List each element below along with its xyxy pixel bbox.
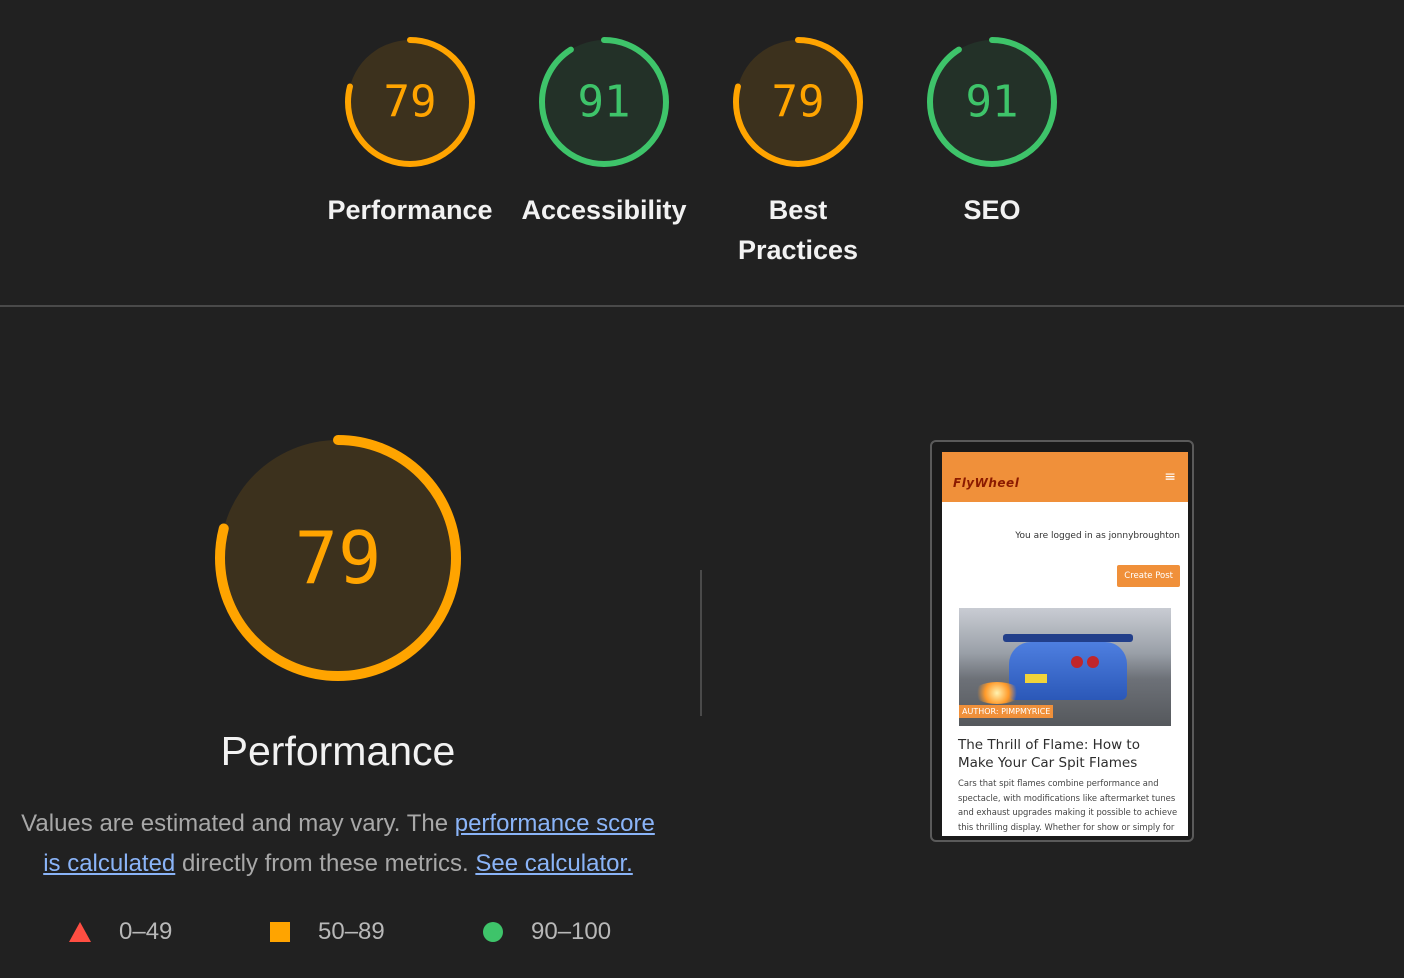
gauge-label: Performance — [327, 190, 492, 230]
see-calculator-link[interactable]: See calculator. — [475, 850, 632, 877]
gauge-performance[interactable]: 79 Performance — [320, 36, 500, 230]
gauge-label-line: SEO — [963, 195, 1021, 225]
gauge-label-line: Practices — [737, 235, 859, 265]
gauge-score: 79 — [384, 77, 437, 128]
create-post-button: Create Post — [1117, 565, 1180, 587]
author-tag: AUTHOR: PIMPMYRICE — [959, 705, 1054, 718]
post-title: The Thrill of Flame: How to Make Your Ca… — [958, 737, 1140, 771]
gauge-label: Best Practices — [738, 190, 858, 270]
final-screenshot[interactable]: FlyWheel ≡ You are logged in as jonnybro… — [930, 440, 1194, 842]
vertical-divider — [700, 570, 702, 716]
score-legend: 0–49 50–89 90–100 — [0, 918, 700, 954]
section-divider — [0, 305, 1404, 307]
gauge-label-line: Best — [768, 195, 828, 225]
tail-light — [1087, 656, 1099, 668]
gauge-score: 91 — [578, 77, 631, 128]
license-plate — [1025, 674, 1047, 683]
performance-title: Performance — [220, 728, 456, 774]
gauge-label: Accessibility — [521, 190, 686, 230]
gauge-ring: 79 — [345, 37, 475, 167]
category-gauges: 79 Performance 91 Accessibility 79 Best … — [0, 0, 1404, 306]
gauge-ring: 79 — [733, 37, 863, 167]
desc-text: Values are estimated and may vary. The — [21, 810, 455, 837]
legend-pass: 90–100 — [483, 918, 611, 946]
performance-description: Values are estimated and may vary. The p… — [12, 804, 664, 884]
legend-range: 90–100 — [531, 918, 612, 945]
performance-gauge: 79 — [215, 435, 461, 681]
legend-range: 0–49 — [119, 918, 173, 945]
legend-range: 50–89 — [318, 918, 385, 945]
legend-fail: 0–49 — [69, 918, 172, 946]
gauge-ring: 91 — [927, 37, 1057, 167]
site-logo: FlyWheel — [953, 476, 1020, 490]
gauge-score: 91 — [966, 77, 1019, 128]
circle-icon — [483, 922, 503, 942]
hamburger-icon: ≡ — [1164, 469, 1176, 485]
post-excerpt: Cars that spit flames combine performanc… — [958, 778, 1178, 832]
car-body — [1009, 642, 1127, 700]
legend-average: 50–89 — [270, 918, 385, 946]
gauge-ring: 91 — [539, 37, 669, 167]
gauge-label-line: Performance — [327, 195, 493, 225]
triangle-icon — [69, 922, 91, 942]
logged-in-text: You are logged in as jonnybroughton — [1015, 531, 1180, 541]
exhaust-flame — [973, 682, 1021, 704]
gauge-accessibility[interactable]: 91 Accessibility — [514, 36, 694, 230]
screenshot-page: FlyWheel ≡ You are logged in as jonnybro… — [942, 452, 1188, 836]
gauge-label: SEO — [963, 190, 1020, 230]
site-header: FlyWheel ≡ — [942, 452, 1188, 502]
car-wing — [1003, 634, 1133, 642]
tail-light — [1071, 656, 1083, 668]
gauge-seo[interactable]: 91 SEO — [902, 36, 1082, 230]
desc-text: directly from these metrics. — [175, 850, 476, 877]
post-image: AUTHOR: PIMPMYRICE — [959, 608, 1171, 726]
gauge-score: 79 — [295, 516, 382, 600]
gauge-score: 79 — [772, 77, 825, 128]
gauge-label-line: Accessibility — [521, 195, 687, 225]
gauge-best-practices[interactable]: 79 Best Practices — [708, 36, 888, 270]
square-icon — [270, 922, 290, 942]
